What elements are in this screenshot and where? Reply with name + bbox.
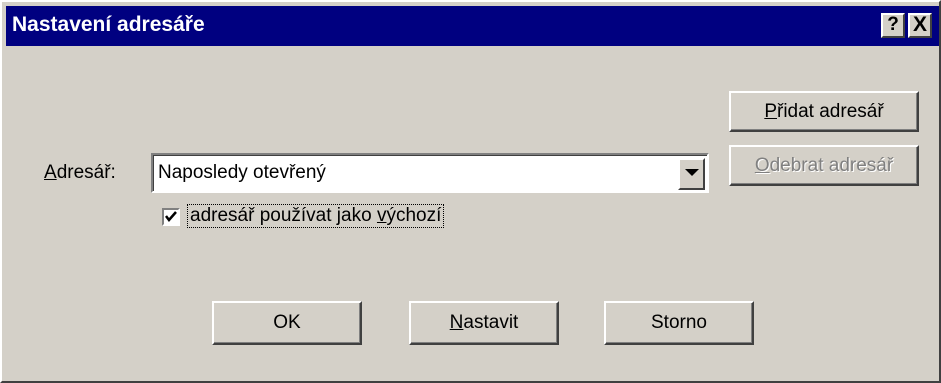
directory-label: Adresář: — [44, 162, 116, 184]
directory-label-mnemonic: A — [44, 162, 57, 183]
add-directory-label: řidat adresář — [777, 101, 884, 122]
default-directory-checkbox[interactable] — [162, 208, 180, 226]
add-directory-mnemonic: P — [764, 101, 777, 122]
window-title: Nastavení adresáře — [12, 13, 205, 36]
cancel-button[interactable]: Storno — [604, 301, 754, 345]
title-bar[interactable]: Nastavení adresáře ? X — [6, 6, 939, 46]
directory-dropdown-value: Naposledy otevřený — [158, 162, 326, 183]
remove-directory-label: debrat adresář — [769, 155, 894, 176]
set-button-mnemonic: N — [449, 312, 464, 333]
checkmark-icon — [165, 211, 177, 222]
help-button[interactable]: ? — [881, 13, 905, 38]
dialog-window: Nastavení adresáře ? X Přidat adresář Ad… — [0, 0, 941, 383]
remove-directory-button[interactable]: Odebrat adresář — [729, 145, 919, 186]
close-button[interactable]: X — [908, 13, 932, 38]
checkbox-label-prefix: adresář používat jako — [190, 205, 377, 226]
ok-button[interactable]: OK — [212, 301, 362, 345]
checkbox-label-rest: ýchozí — [386, 205, 442, 226]
dropdown-arrow-button[interactable] — [678, 158, 705, 190]
add-directory-button[interactable]: Přidat adresář — [729, 91, 919, 132]
directory-dropdown[interactable]: Naposledy otevřený — [151, 153, 709, 193]
remove-directory-mnemonic: O — [754, 155, 770, 176]
directory-label-text: dresář: — [56, 162, 116, 183]
set-button[interactable]: Nastavit — [409, 301, 559, 345]
default-directory-checkbox-label[interactable]: adresář používat jako výchozí — [186, 204, 445, 228]
set-button-label: astavit — [463, 312, 519, 333]
chevron-down-icon — [685, 169, 699, 176]
